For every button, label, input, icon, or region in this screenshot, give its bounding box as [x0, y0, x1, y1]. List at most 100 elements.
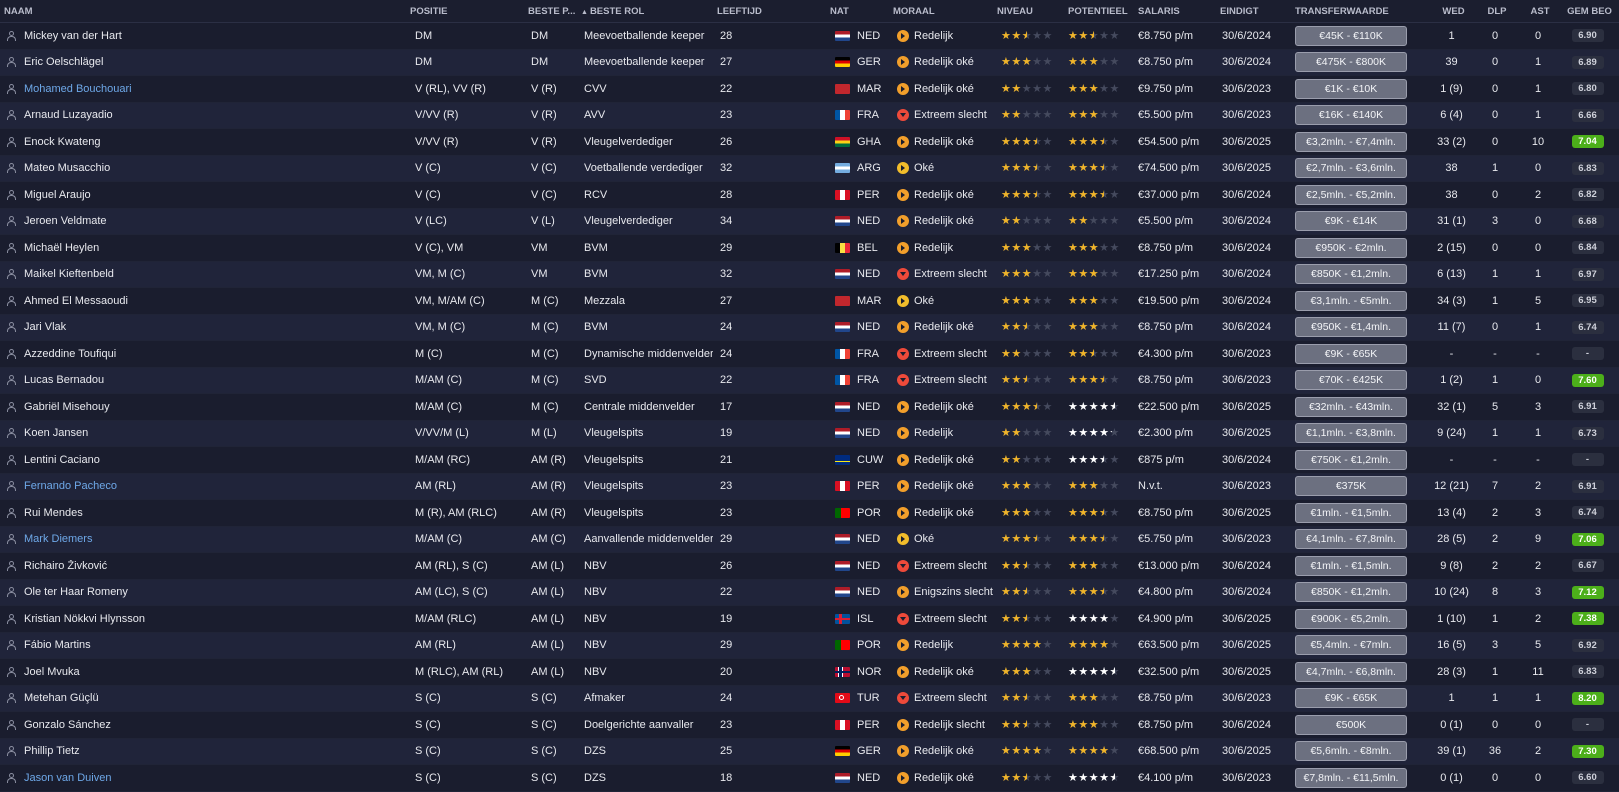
player-name-cell[interactable]: Maikel Kieftenbeld [0, 268, 406, 280]
player-name-cell[interactable]: Fábio Martins [0, 639, 406, 651]
col-header-positie[interactable]: POSITIE [406, 6, 524, 17]
col-header-gem-beo[interactable]: GEM BEO [1560, 6, 1615, 17]
transfer-value-pill[interactable]: €3,2mln. - €7,4mln. [1295, 131, 1407, 152]
player-name-cell[interactable]: Miguel Araujo [0, 189, 406, 201]
table-row[interactable]: Joel Mvuka M (RLC), AM (RL) AM (L) NBV 20 NOR… [0, 659, 1619, 686]
table-row[interactable]: Jeroen Veldmate V (LC) V (L) Vleugelverdedi… [0, 208, 1619, 235]
table-row[interactable]: Fernando Pacheco AM (RL) AM (R) Vleugelspit… [0, 473, 1619, 500]
player-name[interactable]: Joel Mvuka [24, 666, 80, 678]
player-name-cell[interactable]: Kristian Nökkvi Hlynsson [0, 613, 406, 625]
player-name-cell[interactable]: Fernando Pacheco [0, 480, 406, 492]
player-name[interactable]: Fábio Martins [24, 639, 91, 651]
player-name-cell[interactable]: Michaël Heylen [0, 242, 406, 254]
col-header-naam[interactable]: NAAM [0, 6, 406, 17]
player-name[interactable]: Lentini Caciano [24, 454, 100, 466]
table-row[interactable]: Mickey van der Hart DM DM Meevoetballende k… [0, 23, 1619, 50]
col-header-transferwaarde[interactable]: TRANSFERWAARDE [1291, 6, 1429, 17]
col-header-nat[interactable]: NAT [826, 6, 889, 17]
player-name-cell[interactable]: Lucas Bernadou [0, 374, 406, 386]
player-name[interactable]: Gabriël Misehouy [24, 401, 110, 413]
player-name[interactable]: Eric Oelschlägel [24, 56, 103, 68]
transfer-value-pill[interactable]: €7,8mln. - €11,5mln. [1295, 767, 1407, 788]
player-name[interactable]: Rui Mendes [24, 507, 83, 519]
transfer-value-pill[interactable]: €950K - €1,4mln. [1295, 317, 1407, 338]
table-row[interactable]: Mark Diemers M/AM (C) AM (C) Aanvallende mi… [0, 526, 1619, 553]
player-name-cell[interactable]: Jason van Duiven [0, 772, 406, 784]
player-name[interactable]: Enock Kwateng [24, 136, 100, 148]
player-name-cell[interactable]: Gabriël Misehouy [0, 401, 406, 413]
player-name-cell[interactable]: Joel Mvuka [0, 666, 406, 678]
transfer-value-pill[interactable]: €1K - €10K [1295, 78, 1407, 99]
table-row[interactable]: Miguel Araujo V (C) V (C) RCV 28 PER Redelijk … [0, 182, 1619, 209]
player-name[interactable]: Mickey van der Hart [24, 30, 122, 42]
table-row[interactable]: Ole ter Haar Romeny AM (LC), S (C) AM (L) N… [0, 579, 1619, 606]
player-name[interactable]: Mohamed Bouchouari [24, 83, 132, 95]
transfer-value-pill[interactable]: €4,7mln. - €6,8mln. [1295, 661, 1407, 682]
transfer-value-pill[interactable]: €1mln. - €1,5mln. [1295, 502, 1407, 523]
transfer-value-pill[interactable]: €16K - €140K [1295, 105, 1407, 126]
player-name-cell[interactable]: Richairo Živković [0, 560, 406, 572]
player-name[interactable]: Jari Vlak [24, 321, 66, 333]
table-row[interactable]: Kristian Nökkvi Hlynsson M/AM (RLC) AM (L)… [0, 606, 1619, 633]
col-header-niveau[interactable]: NIVEAU [993, 6, 1064, 17]
player-name[interactable]: Jeroen Veldmate [24, 215, 107, 227]
col-header-ast[interactable]: AST [1516, 6, 1560, 17]
table-row[interactable]: Enock Kwateng V/VV (R) V (R) Vleugelverdedi… [0, 129, 1619, 156]
transfer-value-pill[interactable]: €45K - €110K [1295, 25, 1407, 46]
player-name[interactable]: Lucas Bernadou [24, 374, 104, 386]
col-header-moraal[interactable]: MORAAL [889, 6, 993, 17]
player-name[interactable]: Azzeddine Toufiqui [24, 348, 116, 360]
player-name-cell[interactable]: Mohamed Bouchouari [0, 83, 406, 95]
player-name-cell[interactable]: Rui Mendes [0, 507, 406, 519]
table-row[interactable]: Fábio Martins AM (RL) AM (L) NBV 29 POR Redeli… [0, 632, 1619, 659]
player-name-cell[interactable]: Azzeddine Toufiqui [0, 348, 406, 360]
transfer-value-pill[interactable]: €3,1mln. - €5mln. [1295, 290, 1407, 311]
player-name[interactable]: Kristian Nökkvi Hlynsson [24, 613, 145, 625]
transfer-value-pill[interactable]: €2,7mln. - €3,6mln. [1295, 158, 1407, 179]
player-name[interactable]: Fernando Pacheco [24, 480, 117, 492]
table-row[interactable]: Arnaud Luzayadio V/VV (R) V (R) AVV 23 FRA Ext… [0, 102, 1619, 129]
player-name-cell[interactable]: Enock Kwateng [0, 136, 406, 148]
player-name-cell[interactable]: Ole ter Haar Romeny [0, 586, 406, 598]
transfer-value-pill[interactable]: €1mln. - €1,5mln. [1295, 555, 1407, 576]
player-name[interactable]: Mark Diemers [24, 533, 92, 545]
transfer-value-pill[interactable]: €850K - €1,2mln. [1295, 582, 1407, 603]
table-row[interactable]: Metehan Güçlü S (C) S (C) Afmaker 24 TUR Extre… [0, 685, 1619, 712]
col-header-beste-positie[interactable]: BESTE P... [524, 6, 577, 17]
player-name-cell[interactable]: Phillip Tietz [0, 745, 406, 757]
table-row[interactable]: Lucas Bernadou M/AM (C) M (C) SVD 22 FRA Extre… [0, 367, 1619, 394]
player-name-cell[interactable]: Mark Diemers [0, 533, 406, 545]
col-header-eindigt[interactable]: EINDIGT [1216, 6, 1291, 17]
player-name[interactable]: Maikel Kieftenbeld [24, 268, 114, 280]
table-row[interactable]: Jason van Duiven S (C) S (C) DZS 18 NED Redeli… [0, 765, 1619, 792]
table-row[interactable]: Richairo Živković AM (RL), S (C) AM (L) NBV… [0, 553, 1619, 580]
player-name[interactable]: Mateo Musacchio [24, 162, 110, 174]
col-header-potentieel[interactable]: POTENTIEEL [1064, 6, 1134, 17]
transfer-value-pill[interactable]: €70K - €425K [1295, 370, 1407, 391]
player-name-cell[interactable]: Gonzalo Sánchez [0, 719, 406, 731]
player-name[interactable]: Miguel Araujo [24, 189, 91, 201]
table-row[interactable]: Mateo Musacchio V (C) V (C) Voetballende ve… [0, 155, 1619, 182]
table-row[interactable]: Gonzalo Sánchez S (C) S (C) Doelgerichte aa… [0, 712, 1619, 739]
transfer-value-pill[interactable]: €2,5mln. - €5,2mln. [1295, 184, 1407, 205]
player-name-cell[interactable]: Mickey van der Hart [0, 30, 406, 42]
player-name-cell[interactable]: Mateo Musacchio [0, 162, 406, 174]
player-name-cell[interactable]: Metehan Güçlü [0, 692, 406, 704]
table-row[interactable]: Koen Jansen V/VV/M (L) M (L) Vleugelspits 19… [0, 420, 1619, 447]
col-header-dlp[interactable]: DLP [1474, 6, 1516, 17]
transfer-value-pill[interactable]: €5,6mln. - €8mln. [1295, 741, 1407, 762]
player-name[interactable]: Michaël Heylen [24, 242, 99, 254]
table-row[interactable]: Eric Oelschlägel DM DM Meevoetballende keep… [0, 49, 1619, 76]
player-name[interactable]: Koen Jansen [24, 427, 88, 439]
table-row[interactable]: Mohamed Bouchouari V (RL), VV (R) V (R) CVV… [0, 76, 1619, 103]
transfer-value-pill[interactable]: €475K - €800K [1295, 52, 1407, 73]
transfer-value-pill[interactable]: €1,1mln. - €3,8mln. [1295, 423, 1407, 444]
transfer-value-pill[interactable]: €950K - €2mln. [1295, 237, 1407, 258]
table-row[interactable]: Phillip Tietz S (C) S (C) DZS 25 GER Redelijk … [0, 738, 1619, 765]
player-name-cell[interactable]: Ahmed El Messaoudi [0, 295, 406, 307]
table-row[interactable]: Lentini Caciano M/AM (RC) AM (R) Vleugelspi… [0, 447, 1619, 474]
player-name-cell[interactable]: Koen Jansen [0, 427, 406, 439]
player-name[interactable]: Gonzalo Sánchez [24, 719, 111, 731]
table-row[interactable]: Maikel Kieftenbeld VM, M (C) VM BVM 32 NED Ext… [0, 261, 1619, 288]
player-name[interactable]: Metehan Güçlü [24, 692, 99, 704]
